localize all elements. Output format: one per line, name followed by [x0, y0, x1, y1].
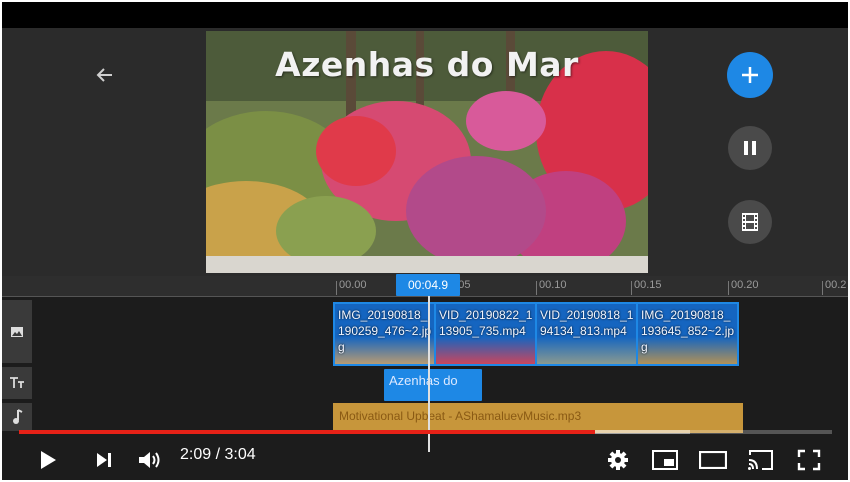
back-arrow-icon[interactable]	[92, 62, 118, 88]
clip-filename: IMG_20190818_193645_852~2.jpg	[641, 308, 735, 354]
cast-button[interactable]	[744, 444, 778, 476]
video-preview: Azenhas do Mar	[206, 31, 648, 273]
ruler-tick: 00.10	[536, 279, 567, 295]
text-track-icon	[10, 377, 24, 388]
media-clip[interactable]: VID_20190822_113905_735.mp4	[436, 304, 537, 364]
audio-clip-label: Motivational Upbeat - AShamaluevMusic.mp…	[339, 409, 582, 423]
ruler-tick: 00.2	[821, 279, 847, 295]
volume-icon	[139, 452, 160, 468]
video-player[interactable]: Azenhas do Mar 00.00 00.05 00.10 00.15 0…	[2, 2, 848, 480]
next-button[interactable]	[88, 444, 120, 476]
add-icon	[742, 67, 758, 83]
media-track: IMG_20190818_190259_476~2.jpg VID_201908…	[333, 302, 739, 366]
volume-button[interactable]	[134, 444, 166, 476]
media-clip[interactable]: IMG_20190818_193645_852~2.jpg	[638, 304, 737, 364]
preview-title: Azenhas do Mar	[275, 45, 579, 84]
current-time-chip: 00:04.9	[396, 274, 460, 296]
audio-track-header	[2, 403, 32, 431]
text-clip[interactable]: Azenhas do	[384, 369, 482, 401]
settings-button[interactable]	[602, 444, 634, 476]
image-track-icon	[11, 326, 23, 337]
pause-icon	[744, 141, 756, 155]
time-display: 2:09 / 3:04	[180, 446, 256, 463]
text-track-header	[2, 367, 32, 399]
cast-icon	[748, 450, 773, 470]
top-letterbox	[2, 2, 848, 28]
settings-icon	[608, 450, 628, 470]
play-button[interactable]	[32, 444, 64, 476]
fullscreen-icon	[797, 449, 821, 471]
play-icon	[41, 451, 56, 469]
miniplayer-icon	[652, 450, 678, 470]
playhead[interactable]	[428, 296, 430, 452]
add-button[interactable]	[727, 52, 773, 98]
progress-bar[interactable]	[19, 430, 832, 434]
clip-filename: VID_20190818_194134_813.mp4	[540, 308, 634, 338]
theater-icon	[699, 451, 727, 469]
editor-preview-area: Azenhas do Mar	[2, 28, 848, 276]
image-track-header	[2, 300, 32, 363]
ruler-tick: 00.15	[631, 279, 662, 295]
media-clip[interactable]: VID_20190818_194134_813.mp4	[537, 304, 638, 364]
film-icon	[742, 213, 758, 231]
next-icon	[97, 453, 111, 467]
audio-clip[interactable]: Motivational Upbeat - AShamaluevMusic.mp…	[333, 403, 743, 433]
pause-button[interactable]	[728, 126, 772, 170]
export-button[interactable]	[728, 200, 772, 244]
clip-filename: VID_20190822_113905_735.mp4	[439, 308, 533, 338]
player-controls	[2, 438, 848, 480]
theater-button[interactable]	[696, 444, 730, 476]
ruler-tick: 00.20	[728, 279, 759, 295]
fullscreen-button[interactable]	[792, 444, 826, 476]
miniplayer-button[interactable]	[648, 444, 682, 476]
media-clip[interactable]: IMG_20190818_190259_476~2.jpg	[335, 304, 436, 364]
clip-filename: IMG_20190818_190259_476~2.jpg	[338, 308, 432, 354]
text-clip-label: Azenhas do	[389, 373, 458, 388]
ruler-tick: 00.00	[336, 279, 367, 295]
progress-played	[19, 430, 596, 434]
music-track-icon	[13, 409, 23, 424]
